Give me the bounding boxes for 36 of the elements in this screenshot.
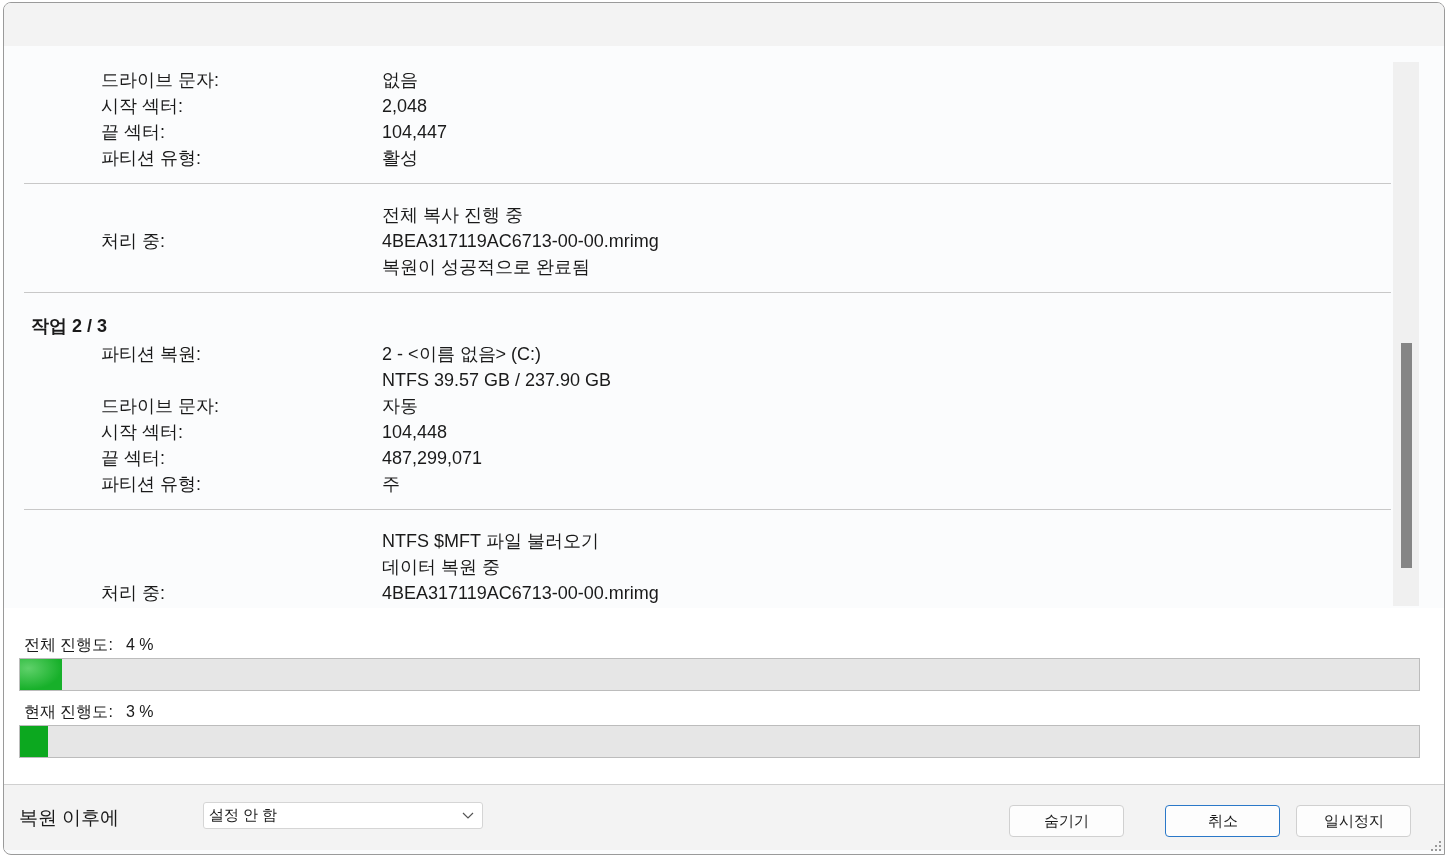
field-label: 드라이브 문자: bbox=[101, 70, 219, 90]
field-value: 자동 bbox=[382, 395, 418, 418]
field-value: 데이터 복원 중 bbox=[382, 556, 500, 579]
field-label: 끝 섹터: bbox=[101, 448, 165, 468]
field-value: NTFS $MFT 파일 불러오기 bbox=[382, 530, 599, 553]
field-value: 104,448 bbox=[382, 421, 448, 443]
resize-grip-icon[interactable] bbox=[1431, 841, 1441, 851]
progress-reading: 3 % bbox=[125, 703, 154, 721]
field-value: 4BEA317119AC6713-00-00.mrimg bbox=[382, 230, 659, 252]
progress-label: 현재 진행도: bbox=[24, 701, 113, 722]
field-value: 4BEA317119AC6713-00-00.mrimg bbox=[382, 582, 659, 604]
field-label: 시작 섹터: bbox=[101, 96, 183, 116]
field-label: 파티션 유형: bbox=[101, 474, 201, 494]
scrollbar-track[interactable] bbox=[1393, 62, 1419, 606]
scrollbar-thumb[interactable] bbox=[1400, 343, 1412, 568]
field-value: NTFS 39.57 GB / 237.90 GB bbox=[382, 369, 612, 391]
field-value: 487,299,071 bbox=[382, 447, 483, 469]
field-label: 파티션 복원: bbox=[101, 344, 201, 364]
field-label: 처리 중: bbox=[101, 583, 165, 603]
task-heading: 작업 2 / 3 bbox=[30, 315, 109, 338]
after-restore-label: 복원 이후에 bbox=[19, 805, 121, 830]
field-label: 끝 섹터: bbox=[101, 122, 165, 142]
field-label: 드라이브 문자: bbox=[101, 396, 219, 416]
progress-label: 전체 진행도: bbox=[24, 634, 113, 655]
field-value: 104,447 bbox=[382, 121, 448, 143]
field-value: 주 bbox=[382, 473, 400, 496]
field-value: 전체 복사 진행 중 bbox=[382, 204, 523, 227]
field-value: 없음 bbox=[382, 69, 418, 92]
field-value: 복원이 성공적으로 완료됨 bbox=[382, 256, 590, 279]
field-label: 파티션 유형: bbox=[101, 148, 201, 168]
field-value: 2,048 bbox=[382, 95, 428, 117]
progress-reading: 4 % bbox=[125, 636, 154, 654]
field-label: 시작 섹터: bbox=[101, 422, 183, 442]
field-value: 2 - <이름 없음> (C:) bbox=[382, 343, 542, 366]
field-value: 활성 bbox=[382, 147, 418, 170]
field-label: 처리 중: bbox=[101, 231, 165, 251]
